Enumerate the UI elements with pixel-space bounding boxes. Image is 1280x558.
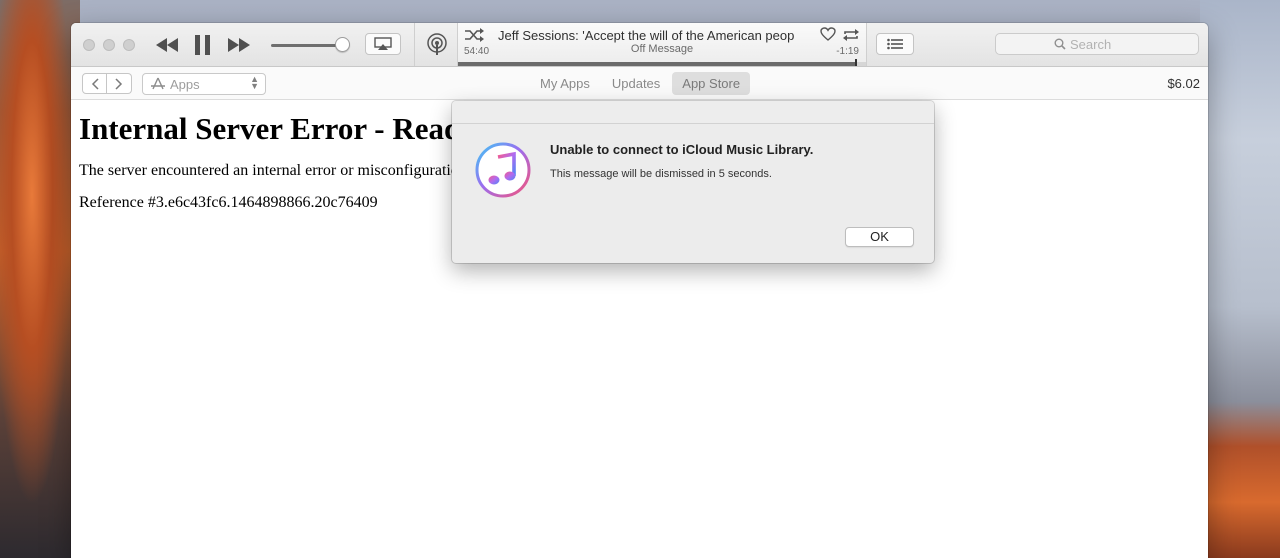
alert-dialog: Unable to connect to iCloud Music Librar… bbox=[452, 101, 934, 263]
volume-knob[interactable] bbox=[334, 37, 350, 52]
history-navigation bbox=[82, 73, 132, 94]
playback-progress-head[interactable] bbox=[854, 59, 857, 66]
navigation-bar: Apps ▲ ▼ My Apps Updates App Store $6.02 bbox=[71, 67, 1208, 100]
search-icon bbox=[1054, 38, 1066, 50]
pause-icon bbox=[195, 35, 210, 55]
airplay-icon bbox=[374, 37, 392, 50]
dialog-top-edge bbox=[452, 101, 934, 124]
tab-updates[interactable]: Updates bbox=[602, 72, 670, 95]
dialog-headline: Unable to connect to iCloud Music Librar… bbox=[550, 142, 814, 157]
heart-icon bbox=[820, 27, 836, 41]
playback-progress-bar[interactable] bbox=[458, 59, 866, 66]
repeat-icon bbox=[843, 29, 859, 41]
desktop-wallpaper-left bbox=[0, 0, 80, 558]
window-controls bbox=[83, 39, 135, 51]
dialog-message: This message will be dismissed in 5 seco… bbox=[550, 168, 772, 180]
ok-button[interactable]: OK bbox=[845, 227, 914, 247]
transport-controls bbox=[153, 33, 253, 57]
itunes-icon bbox=[475, 142, 531, 198]
fast-forward-icon bbox=[228, 38, 250, 52]
airplay-button[interactable] bbox=[365, 33, 401, 55]
podcast-button[interactable] bbox=[414, 23, 459, 66]
search-field[interactable] bbox=[995, 33, 1199, 55]
desktop-wallpaper-right bbox=[1200, 0, 1280, 558]
podcast-icon bbox=[427, 32, 447, 55]
media-kind-label: Apps bbox=[170, 76, 200, 92]
search-input[interactable] bbox=[1070, 36, 1140, 52]
list-icon bbox=[887, 38, 903, 50]
shuffle-icon bbox=[465, 28, 484, 42]
close-window-button[interactable] bbox=[83, 39, 95, 51]
now-playing-display: Jeff Sessions: 'Accept the will of the A… bbox=[457, 23, 867, 66]
up-next-button[interactable] bbox=[876, 33, 914, 55]
rewind-icon bbox=[156, 38, 178, 52]
track-subtitle: Off Message bbox=[630, 43, 694, 55]
zoom-window-button[interactable] bbox=[123, 39, 135, 51]
pause-button[interactable] bbox=[189, 33, 217, 57]
remaining-time: -1:19 bbox=[836, 46, 859, 57]
forward-button[interactable] bbox=[107, 73, 132, 94]
elapsed-time: 54:40 bbox=[464, 46, 490, 57]
fast-forward-button[interactable] bbox=[225, 33, 253, 57]
tab-my-apps[interactable]: My Apps bbox=[530, 72, 600, 95]
tab-app-store[interactable]: App Store bbox=[672, 72, 751, 95]
back-arrow-icon bbox=[91, 77, 99, 90]
toolbar: Jeff Sessions: 'Accept the will of the A… bbox=[71, 23, 1208, 67]
love-button[interactable] bbox=[820, 27, 836, 46]
select-arrows-icon: ▲ ▼ bbox=[250, 74, 259, 91]
rewind-button[interactable] bbox=[153, 33, 181, 57]
playback-progress-fill bbox=[458, 62, 856, 66]
volume-track bbox=[271, 44, 343, 47]
repeat-button[interactable] bbox=[842, 28, 860, 47]
volume-slider[interactable] bbox=[271, 37, 351, 53]
app-store-icon bbox=[151, 77, 165, 90]
back-button[interactable] bbox=[82, 73, 107, 94]
minimize-window-button[interactable] bbox=[103, 39, 115, 51]
track-title: Jeff Sessions: 'Accept the will of the A… bbox=[498, 28, 795, 43]
forward-arrow-icon bbox=[115, 77, 123, 90]
account-balance[interactable]: $6.02 bbox=[1167, 76, 1200, 91]
media-kind-select[interactable]: Apps ▲ ▼ bbox=[142, 73, 266, 95]
store-tabs: My Apps Updates App Store bbox=[530, 72, 751, 95]
